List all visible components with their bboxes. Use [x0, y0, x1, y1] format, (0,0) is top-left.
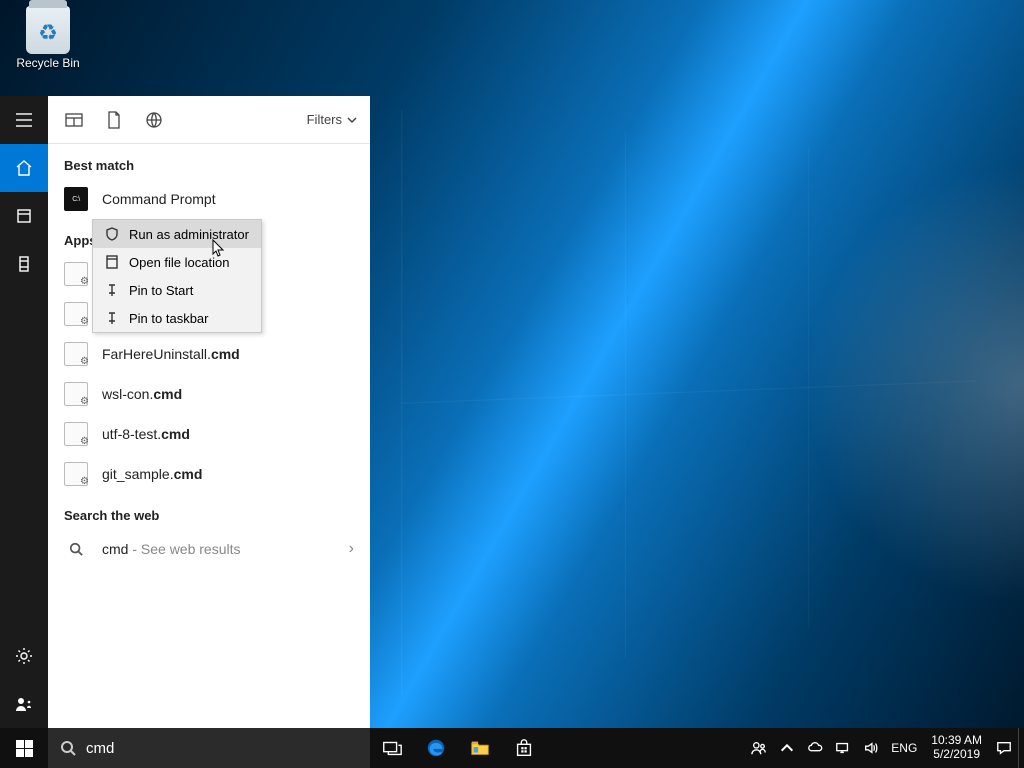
scope-web-button[interactable] — [140, 106, 168, 134]
search-rail — [0, 96, 48, 728]
show-desktop-button[interactable] — [1018, 728, 1024, 768]
rail-home-button[interactable] — [0, 144, 48, 192]
result-web-search[interactable]: cmd - See web results › — [48, 529, 370, 569]
ctx-pin-to-taskbar[interactable]: Pin to taskbar — [93, 304, 261, 332]
cmd-file-icon — [64, 302, 88, 326]
ctx-label: Pin to taskbar — [129, 311, 209, 326]
cmd-file-icon — [64, 262, 88, 286]
rail-account-button[interactable] — [0, 680, 48, 728]
ctx-pin-to-start[interactable]: Pin to Start — [93, 276, 261, 304]
tray-language-indicator[interactable]: ENG — [885, 728, 923, 768]
search-icon — [64, 537, 88, 561]
taskbar-edge-button[interactable] — [414, 728, 458, 768]
pin-icon — [103, 311, 121, 325]
result-label: Command Prompt — [102, 191, 216, 207]
chevron-right-icon: › — [349, 540, 354, 558]
ctx-run-as-admin[interactable]: Run as administrator — [93, 220, 261, 248]
recycle-bin-desktop-icon[interactable]: Recycle Bin — [10, 6, 86, 70]
tray-overflow-button[interactable] — [773, 728, 801, 768]
rail-menu-button[interactable] — [0, 96, 48, 144]
tray-time: 10:39 AM — [931, 734, 982, 748]
result-command-prompt[interactable]: Command Prompt — [48, 179, 370, 219]
rail-this-pc-button[interactable] — [0, 240, 48, 288]
windows-logo-icon — [16, 740, 33, 757]
result-label: git_sample.cmd — [102, 466, 202, 482]
ctx-label: Open file location — [129, 255, 229, 270]
search-results-header: Filters — [48, 96, 370, 144]
ctx-open-file-location[interactable]: Open file location — [93, 248, 261, 276]
result-app-item[interactable]: wsl-con.cmd — [48, 374, 370, 414]
taskbar: ENG 10:39 AM 5/2/2019 — [0, 728, 1024, 768]
task-view-button[interactable] — [370, 728, 414, 768]
tray-people-button[interactable] — [745, 728, 773, 768]
scope-documents-button[interactable] — [100, 106, 128, 134]
tray-action-center-button[interactable] — [990, 728, 1018, 768]
filters-label: Filters — [307, 112, 342, 127]
recycle-bin-icon — [26, 6, 70, 54]
tray-network-icon[interactable] — [829, 728, 857, 768]
ctx-label: Pin to Start — [129, 283, 193, 298]
taskbar-search-box[interactable] — [48, 728, 370, 768]
tray-volume-icon[interactable] — [857, 728, 885, 768]
result-app-item[interactable]: FarHereUninstall.cmd — [48, 334, 370, 374]
recycle-bin-label: Recycle Bin — [10, 56, 86, 70]
filters-dropdown[interactable]: Filters — [307, 112, 358, 127]
result-label: FarHereUninstall.cmd — [102, 346, 240, 362]
result-app-item[interactable]: utf-8-test.cmd — [48, 414, 370, 454]
taskbar-search-input[interactable] — [86, 740, 358, 757]
chevron-down-icon — [346, 114, 358, 126]
search-web-heading: Search the web — [48, 494, 370, 529]
cmd-file-icon — [64, 462, 88, 486]
start-search-panel: Filters Best match Command Prompt Apps x… — [0, 96, 370, 728]
best-match-heading: Best match — [48, 144, 370, 179]
start-button[interactable] — [0, 728, 48, 768]
result-label: wsl-con.cmd — [102, 386, 182, 402]
ctx-label: Run as administrator — [129, 227, 249, 242]
folder-icon — [103, 255, 121, 269]
search-icon — [60, 740, 76, 756]
taskbar-file-explorer-button[interactable] — [458, 728, 502, 768]
result-label: cmd - See web results — [102, 541, 241, 557]
result-app-item[interactable]: git_sample.cmd — [48, 454, 370, 494]
cmd-file-icon — [64, 382, 88, 406]
cmd-file-icon — [64, 342, 88, 366]
taskbar-store-button[interactable] — [502, 728, 546, 768]
rail-timeline-button[interactable] — [0, 192, 48, 240]
tray-date: 5/2/2019 — [933, 748, 980, 762]
shield-icon — [103, 227, 121, 241]
search-results: Filters Best match Command Prompt Apps x… — [48, 96, 370, 728]
cmd-file-icon — [64, 422, 88, 446]
scope-all-button[interactable] — [60, 106, 88, 134]
rail-settings-button[interactable] — [0, 632, 48, 680]
tray-onedrive-icon[interactable] — [801, 728, 829, 768]
command-prompt-icon — [64, 187, 88, 211]
context-menu: Run as administrator Open file location … — [92, 219, 262, 333]
pin-icon — [103, 283, 121, 297]
result-label: utf-8-test.cmd — [102, 426, 190, 442]
system-tray: ENG 10:39 AM 5/2/2019 — [745, 728, 1024, 768]
tray-clock[interactable]: 10:39 AM 5/2/2019 — [923, 728, 990, 768]
